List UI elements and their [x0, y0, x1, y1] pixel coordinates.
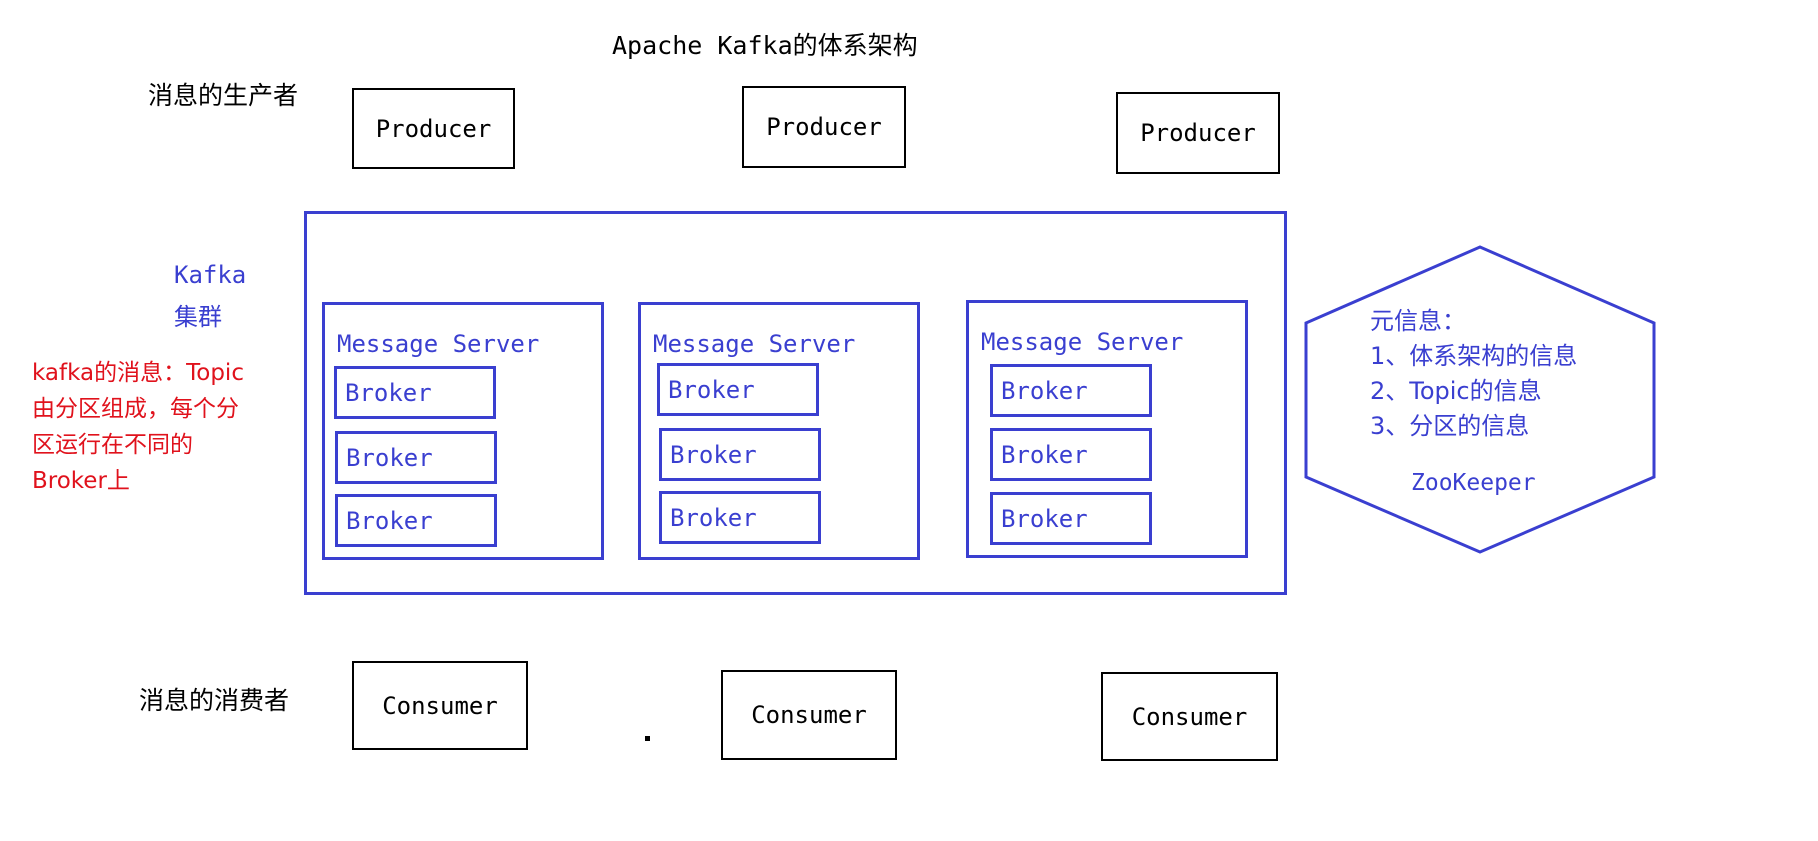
broker-label: Broker — [346, 443, 433, 472]
broker-label: Broker — [668, 375, 755, 404]
message-server-label: Message Server — [981, 328, 1184, 356]
zookeeper-info-line: 元信息： — [1370, 307, 1466, 335]
broker-box: Broker — [657, 363, 819, 416]
broker-box: Broker — [659, 491, 821, 544]
dot-mark — [645, 736, 650, 741]
broker-box: Broker — [990, 428, 1152, 481]
producer-label: Producer — [375, 114, 492, 143]
producer-label: Producer — [766, 113, 882, 141]
topic-note-line: 区运行在不同的 — [32, 432, 193, 458]
broker-box: Broker — [334, 366, 496, 419]
consumer-box-3: Consumer — [1101, 672, 1278, 761]
broker-label: Broker — [1001, 376, 1088, 405]
broker-label: Broker — [1001, 504, 1088, 533]
kafka-cluster-label-line1: Kafka — [174, 261, 247, 289]
consumer-label: Consumer — [1131, 702, 1248, 731]
producer-box-3: Producer — [1116, 92, 1280, 174]
producer-box-1: Producer — [352, 88, 515, 169]
kafka-cluster-label: Kafka 集群 — [174, 254, 246, 338]
broker-label: Broker — [670, 503, 757, 532]
topic-note-line: Broker上 — [32, 468, 130, 494]
topic-note-line: 由分区组成，每个分 — [32, 396, 239, 422]
broker-box: Broker — [990, 364, 1152, 417]
broker-label: Broker — [346, 506, 433, 535]
broker-box: Broker — [335, 431, 497, 484]
producers-label: 消息的生产者 — [148, 81, 299, 110]
broker-box: Broker — [990, 492, 1152, 545]
zookeeper-info: 元信息： 1、体系架构的信息 2、Topic的信息 3、分区的信息 — [1370, 304, 1577, 444]
message-server-label: Message Server — [653, 330, 856, 358]
kafka-cluster-label-line2: 集群 — [174, 303, 222, 331]
consumer-box-2: Consumer — [721, 670, 897, 760]
diagram-title: Apache Kafka的体系架构 — [612, 31, 918, 60]
broker-box: Broker — [659, 428, 821, 481]
broker-label: Broker — [345, 378, 432, 407]
zookeeper-name: ZooKeeper — [1411, 470, 1536, 496]
message-server-label: Message Server — [337, 330, 540, 358]
zookeeper-info-line: 2、Topic的信息 — [1370, 377, 1542, 405]
topic-note-line: kafka的消息：Topic — [32, 360, 244, 386]
consumer-box-1: Consumer — [352, 661, 528, 750]
producer-label: Producer — [1140, 119, 1256, 147]
topic-note: kafka的消息：Topic 由分区组成，每个分 区运行在不同的 Broker上 — [32, 355, 244, 499]
broker-box: Broker — [335, 494, 497, 547]
producer-box-2: Producer — [742, 86, 906, 168]
zookeeper-info-line: 3、分区的信息 — [1370, 412, 1530, 440]
zookeeper-info-line: 1、体系架构的信息 — [1370, 342, 1578, 370]
consumer-label: Consumer — [751, 701, 867, 729]
consumer-label: Consumer — [382, 691, 498, 720]
broker-label: Broker — [670, 440, 757, 469]
broker-label: Broker — [1001, 440, 1088, 469]
consumers-label: 消息的消费者 — [139, 686, 290, 715]
